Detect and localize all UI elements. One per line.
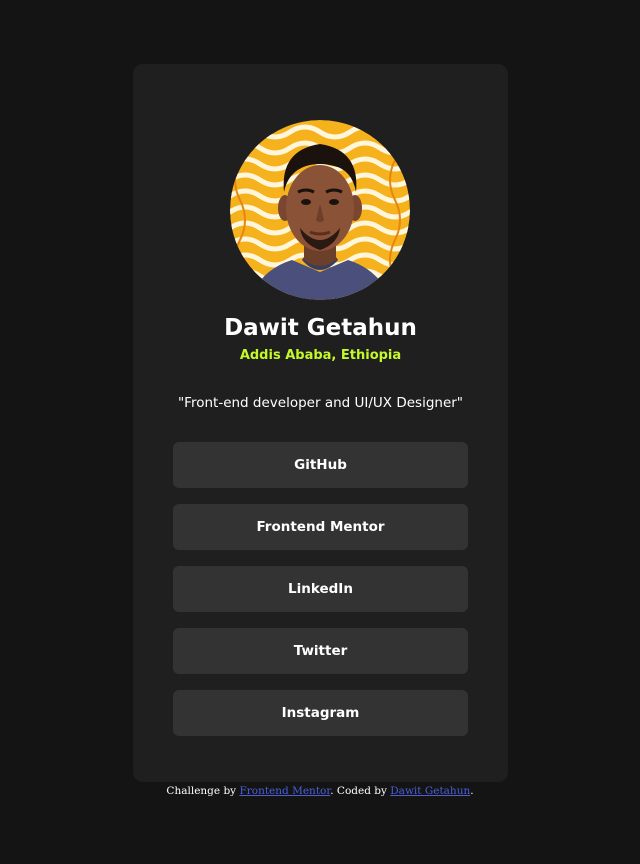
social-links: GitHub Frontend Mentor LinkedIn Twitter … [173, 442, 468, 736]
attribution-middle: . Coded by [330, 785, 387, 797]
frontend-mentor-attribution-link[interactable]: Frontend Mentor [239, 785, 330, 797]
profile-name: Dawit Getahun [224, 315, 417, 341]
attribution-suffix: . [470, 785, 474, 797]
author-attribution-link[interactable]: Dawit Getahun [390, 785, 470, 797]
attribution-prefix: Challenge by [166, 785, 237, 797]
profile-location: Addis Ababa, Ethiopia [239, 348, 402, 363]
twitter-link-button[interactable]: Twitter [173, 628, 468, 674]
attribution: Challenge by Frontend Mentor. Coded by D… [0, 783, 640, 799]
profile-bio: "Front-end developer and UI/UX Designer" [177, 395, 464, 411]
github-link-button[interactable]: GitHub [173, 442, 468, 488]
instagram-link-button[interactable]: Instagram [173, 690, 468, 736]
avatar [230, 120, 410, 300]
frontend-mentor-link-button[interactable]: Frontend Mentor [173, 504, 468, 550]
avatar-image [230, 120, 410, 300]
linkedin-link-button[interactable]: LinkedIn [173, 566, 468, 612]
profile-card: Dawit Getahun Addis Ababa, Ethiopia "Fro… [133, 64, 508, 782]
